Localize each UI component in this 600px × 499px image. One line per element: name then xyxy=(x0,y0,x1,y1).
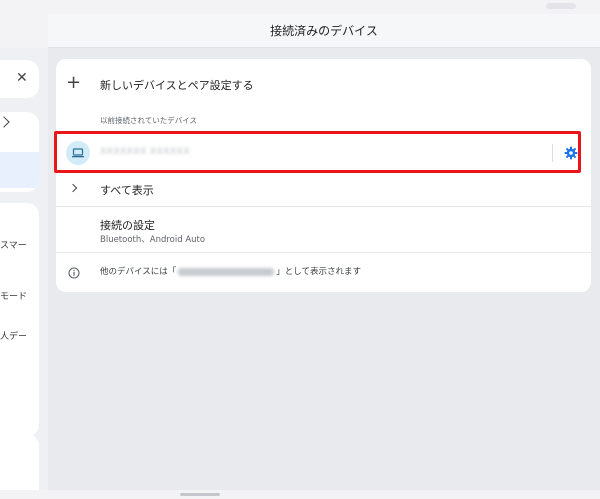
page-title: 接続済みのデバイス xyxy=(270,24,378,38)
chevron-right-icon xyxy=(68,183,78,193)
plus-icon: + xyxy=(66,72,82,93)
status-bar xyxy=(0,0,600,14)
see-all-row[interactable]: すべて表示 xyxy=(56,173,591,207)
page-header: 接続済みのデバイス xyxy=(48,14,600,48)
connection-preferences-title: 接続の設定 xyxy=(100,219,155,232)
connected-devices-card: + 新しいデバイスとペア設定する 以前接続されていたデバイス XXXXXXX X… xyxy=(54,59,591,292)
settings-list-pane: ✕ スマー モード 人デー xyxy=(0,14,48,499)
pair-new-device-label: 新しいデバイスとペア設定する xyxy=(100,79,254,92)
info-icon xyxy=(68,264,80,283)
chevron-icon xyxy=(0,116,10,128)
divider xyxy=(552,144,553,162)
settings-categories-card: スマー モード 人デー xyxy=(0,203,39,437)
close-icon[interactable]: ✕ xyxy=(16,70,28,86)
gesture-handle[interactable] xyxy=(180,493,220,496)
connection-preferences-subtitle: Bluetooth、Android Auto xyxy=(100,235,206,245)
see-all-label: すべて表示 xyxy=(100,184,154,197)
redacted-device-name xyxy=(178,267,275,276)
gear-icon[interactable] xyxy=(564,145,578,164)
selected-item-highlight[interactable] xyxy=(0,152,39,188)
connection-preferences-row[interactable]: 接続の設定 Bluetooth、Android Auto xyxy=(56,207,591,253)
visible-name-info-row: 他のデバイスには「 」として表示されます xyxy=(56,253,591,289)
info-suffix: 」として表示されます xyxy=(276,267,361,277)
device-name: XXXXXXX XXXXXX xyxy=(100,147,191,157)
status-indicator-icon xyxy=(546,3,576,9)
visible-name-info-text: 他のデバイスには「 」として表示されます xyxy=(100,265,361,277)
previously-connected-heading: 以前接続されていたデバイス xyxy=(100,116,198,125)
account-card[interactable] xyxy=(0,112,39,192)
search-card: ✕ xyxy=(0,60,39,98)
pair-new-device-row[interactable]: + 新しいデバイスとペア設定する xyxy=(56,59,591,109)
device-row[interactable]: XXXXXXX XXXXXX xyxy=(54,131,591,173)
list-item-label[interactable]: モード xyxy=(0,289,27,302)
left-pane-header xyxy=(0,14,48,48)
info-prefix: 他のデバイスには「 xyxy=(100,267,177,277)
navigation-bar xyxy=(0,490,600,499)
list-item-label[interactable]: 人デー xyxy=(0,329,27,342)
laptop-icon xyxy=(66,141,90,165)
list-item-label[interactable]: スマー xyxy=(0,238,27,251)
